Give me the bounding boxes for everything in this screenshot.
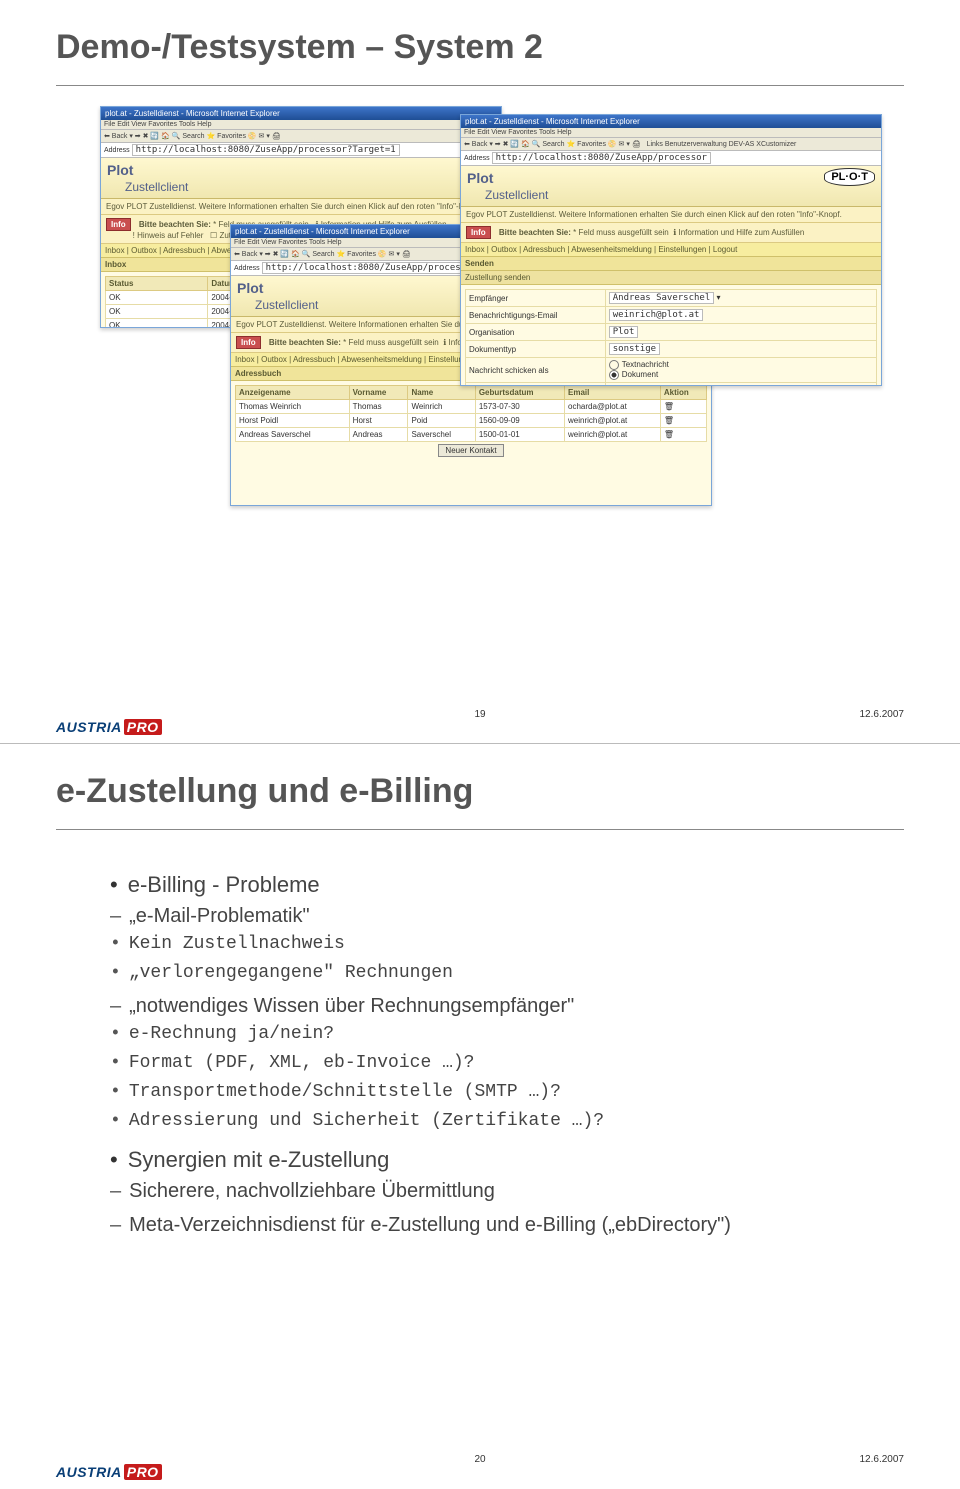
bullet-l3: Adressierung und Sicherheit (Zertifikate… xyxy=(110,1108,880,1135)
ie-menu: File Edit View Favorites Tools Help xyxy=(101,120,501,130)
app-brand: Plot xyxy=(237,280,263,296)
bullet-l1: e-Billing - Probleme „e-Mail-Problematik… xyxy=(110,868,880,1135)
app-brand: Plot xyxy=(467,170,493,186)
senden-form: EmpfängerAndreas Saverschel ▾ Benachrich… xyxy=(461,285,881,386)
slide1-rule xyxy=(56,85,904,86)
slide1-title: Demo-/Testsystem – System 2 xyxy=(0,0,960,67)
hints-row: Info Bitte beachten Sie: * Feld muss aus… xyxy=(461,223,881,243)
win-senden: plot.at - Zustelldienst - Microsoft Inte… xyxy=(460,114,882,386)
screenshot-collage: plot.at - Zustelldienst - Microsoft Inte… xyxy=(100,106,870,536)
bitte-label: Bitte beachten Sie: xyxy=(139,220,211,229)
app-sub: Zustellclient xyxy=(255,298,318,312)
titlebar: plot.at - Zustelldienst - Microsoft Inte… xyxy=(461,115,881,128)
banner: Egov PLOT Zustelldienst. Weitere Informa… xyxy=(461,207,881,223)
doktyp-field[interactable]: sonstige xyxy=(609,343,660,355)
app-header: PL·O·T Plot Zustellclient xyxy=(461,166,881,207)
austriapro-logo: AUSTRIAPRO xyxy=(56,1464,162,1480)
toolbar-links[interactable]: Links Benutzerverwaltung DEV-AS XCustomi… xyxy=(647,141,797,148)
ie-menu: File Edit View Favorites Tools Help xyxy=(461,128,881,138)
slide1-footer: AUSTRIAPRO 19 12.6.2007 xyxy=(0,709,960,735)
radio-text[interactable] xyxy=(609,360,619,370)
address-bar: Address http://localhost:8080/ZuseApp/pr… xyxy=(101,143,501,158)
table-row: Thomas WeinrichThomasWeinrich1573-07-30o… xyxy=(236,400,707,414)
email-field[interactable]: weinrich@plot.at xyxy=(609,309,704,321)
austriapro-logo: AUSTRIAPRO xyxy=(56,719,162,735)
bullet-l2: Meta-Verzeichnisdienst für e-Zustellung … xyxy=(110,1210,880,1240)
info-button[interactable]: Info xyxy=(106,218,131,231)
bullet-l3: Format (PDF, XML, eb-Invoice …)? xyxy=(110,1050,880,1077)
new-contact-button[interactable]: Neuer Kontakt xyxy=(438,444,503,457)
address-bar: Address http://localhost:8080/ZuseApp/pr… xyxy=(461,151,881,166)
slide-2: e-Zustellung und e-Billing e-Billing - P… xyxy=(0,744,960,1488)
bullet-l1: Synergien mit e-Zustellung Sicherere, na… xyxy=(110,1143,880,1240)
bullet-l3: Kein Zustellnachweis xyxy=(110,931,880,958)
form-table: EmpfängerAndreas Saverschel ▾ Benachrich… xyxy=(465,289,877,386)
ie-toolbar: ⬅ Back ▾ ➡ ✖ 🔄 🏠 🔍 Search ⭐ Favorites 📀 … xyxy=(461,138,881,151)
senden-tab[interactable]: Senden xyxy=(461,257,881,271)
table-row: Andreas SaverschelAndreasSaverschel1500-… xyxy=(236,428,707,442)
ie-toolbar: ⬅ Back ▾ ➡ ✖ 🔄 🏠 🔍 Search ⭐ Favorites 📀 … xyxy=(101,130,501,143)
slide2-body: e-Billing - Probleme „e-Mail-Problematik… xyxy=(0,830,960,1240)
bullet-l3: „verlorengegangene" Rechnungen xyxy=(110,960,880,987)
titlebar: plot.at - Zustelldienst - Microsoft Inte… xyxy=(101,107,501,120)
slide2-footer: AUSTRIAPRO 20 12.6.2007 xyxy=(0,1454,960,1480)
bullet-l2: „e-Mail-Problematik" Kein Zustellnachwei… xyxy=(110,901,880,987)
radio-dokument[interactable] xyxy=(609,370,619,380)
bullet-l3: e-Rechnung ja/nein? xyxy=(110,1021,880,1048)
org-field[interactable]: Plot xyxy=(609,326,639,338)
info-button[interactable]: Info xyxy=(466,226,491,239)
slide-date: 12.6.2007 xyxy=(860,1454,905,1465)
empfaenger-select[interactable]: Andreas Saverschel xyxy=(609,292,715,304)
senden-section: Zustellung senden xyxy=(461,271,881,285)
addrbook-table: Anzeigename Vorname Name Geburtsdatum Em… xyxy=(235,385,707,442)
banner: Egov PLOT Zustelldienst. Weitere Informa… xyxy=(101,199,501,215)
plot-logo: PL·O·T xyxy=(824,168,875,186)
slide-date: 12.6.2007 xyxy=(860,709,905,720)
app-header: Plot Zustellclient xyxy=(101,158,501,199)
delete-icon[interactable]: 🗑 xyxy=(660,428,706,442)
page-number: 20 xyxy=(474,1454,485,1465)
table-row: Horst PoidlHorstPoid1560-09-09weinrich@p… xyxy=(236,414,707,428)
app-sub: Zustellclient xyxy=(485,188,548,202)
bullet-l3: Transportmethode/Schnittstelle (SMTP …)? xyxy=(110,1079,880,1106)
info-button[interactable]: Info xyxy=(236,336,261,349)
bullet-l2: „notwendiges Wissen über Rechnungsempfän… xyxy=(110,991,880,1135)
bullet-l2: Sicherere, nachvollziehbare Übermittlung xyxy=(110,1176,880,1206)
nav-links[interactable]: Inbox | Outbox | Adressbuch | Abwesenhei… xyxy=(461,243,881,257)
slide2-title: e-Zustellung und e-Billing xyxy=(0,744,960,811)
page-number: 19 xyxy=(474,709,485,720)
delete-icon[interactable]: 🗑 xyxy=(660,400,706,414)
app-brand: Plot xyxy=(107,162,133,178)
app-sub: Zustellclient xyxy=(125,180,188,194)
delete-icon[interactable]: 🗑 xyxy=(660,414,706,428)
slide-1: Demo-/Testsystem – System 2 plot.at - Zu… xyxy=(0,0,960,744)
addrbook-pane: Anzeigename Vorname Name Geburtsdatum Em… xyxy=(231,381,711,463)
